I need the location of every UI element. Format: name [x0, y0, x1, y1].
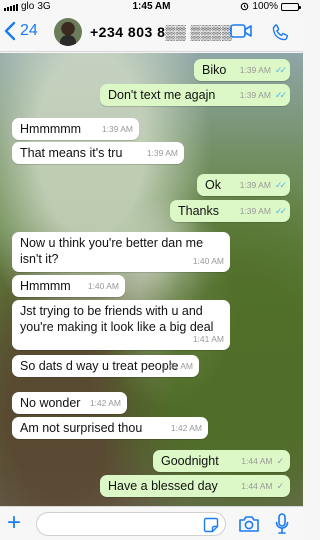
message-text: Ok [205, 178, 221, 192]
message-bubble-incoming[interactable]: Am not surprised thou 1:42 AM [12, 417, 208, 439]
chevron-left-icon [4, 21, 16, 41]
message-time: 1:39 AM [239, 90, 271, 100]
message-text: Hmmmm [20, 279, 71, 293]
message-meta: 1:39 AM [102, 121, 133, 137]
message-time: 1:39 AM [101, 124, 133, 134]
message-time: 1:42 AM [89, 398, 121, 408]
back-button[interactable]: 24 [4, 21, 38, 41]
alarm-icon [241, 2, 249, 11]
message-bubble-outgoing[interactable]: Biko 1:39 AM ✓✓ [194, 59, 290, 81]
message-text: Thanks [178, 204, 219, 218]
message-meta: 1:42 AM [171, 420, 202, 436]
message-bubble-outgoing[interactable]: Thanks 1:39 AM ✓✓ [170, 200, 290, 222]
status-right: 100% [240, 1, 301, 12]
message-text: Have a blessed day [108, 479, 218, 493]
contact-avatar[interactable] [54, 18, 82, 46]
message-time: 1:44 AM [241, 481, 273, 491]
message-meta: 1:39 AM ✓✓ [239, 87, 287, 103]
message-bubble-incoming[interactable]: No wonder 1:42 AM [12, 392, 127, 414]
message-bubble-incoming[interactable]: Hmmmmm 1:39 AM [12, 118, 139, 140]
read-receipt-icon: ✓✓ [274, 180, 287, 190]
message-time: 1:40 AM [192, 256, 224, 266]
message-input[interactable] [36, 512, 226, 536]
message-meta: 1:39 AM ✓✓ [239, 177, 287, 193]
message-time: 1:42 AM [170, 423, 202, 433]
microphone-icon[interactable] [275, 513, 289, 535]
message-bubble-incoming[interactable]: That means it's tru 1:39 AM [12, 142, 184, 164]
camera-icon[interactable] [238, 515, 260, 533]
read-receipt-icon: ✓✓ [274, 90, 287, 100]
message-meta: 1:42 AM [90, 395, 121, 411]
chat-header: 24 +234 803 8▒▒ ▒▒▒▒ [0, 14, 303, 52]
battery-icon [281, 2, 301, 11]
plus-icon[interactable]: + [7, 510, 21, 536]
video-call-icon[interactable] [230, 23, 252, 39]
contact-name[interactable]: +234 803 8▒▒ ▒▒▒▒ [90, 24, 232, 40]
phone-icon[interactable] [270, 23, 290, 43]
message-time: 1:40 AM [87, 281, 119, 291]
message-text: Biko [202, 63, 227, 77]
battery-percent: 100% [252, 1, 278, 12]
message-time: 1:39 AM [239, 180, 271, 190]
unread-count: 24 [20, 22, 38, 39]
message-bubble-incoming[interactable]: Jst trying to be friends with u and you'… [12, 300, 230, 350]
delivered-receipt-icon: ✓ [276, 481, 284, 491]
message-text: Don't text me agajn [108, 88, 216, 102]
message-time: 1:39 AM [146, 148, 178, 158]
message-meta: 1:44 AM ✓ [241, 478, 284, 494]
message-text: That means it's tru [20, 146, 123, 160]
message-text: Jst trying to be friends with u and you'… [20, 304, 214, 334]
message-time: 1:39 AM [239, 65, 271, 75]
sticker-icon[interactable] [203, 517, 219, 533]
message-bubble-incoming[interactable]: So dats d way u treat people 1:41 AM [12, 355, 199, 377]
message-meta: 1:39 AM [147, 145, 178, 161]
message-meta: 1:41 AM [162, 358, 193, 374]
message-meta: 1:39 AM ✓✓ [239, 62, 287, 78]
message-meta: 1:41 AM [193, 331, 224, 347]
message-meta: 1:39 AM ✓✓ [239, 203, 287, 219]
message-meta: 1:40 AM [88, 278, 119, 294]
message-time: 1:39 AM [239, 206, 271, 216]
message-bubble-incoming[interactable]: Hmmmm 1:40 AM [12, 275, 125, 297]
read-receipt-icon: ✓✓ [274, 206, 287, 216]
message-time: 1:41 AM [161, 361, 193, 371]
message-text: Goodnight [161, 454, 219, 468]
message-text: Am not surprised thou [20, 421, 143, 435]
delivered-receipt-icon: ✓ [276, 456, 284, 466]
message-time: 1:44 AM [241, 456, 273, 466]
message-bubble-outgoing[interactable]: Don't text me agajn 1:39 AM ✓✓ [100, 84, 290, 106]
message-composer: + [0, 506, 303, 540]
message-meta: 1:44 AM ✓ [241, 453, 284, 469]
message-bubble-outgoing[interactable]: Ok 1:39 AM ✓✓ [197, 174, 290, 196]
message-text: Hmmmmm [20, 122, 82, 136]
message-bubble-incoming[interactable]: Now u think you're better dan me isn't i… [12, 232, 230, 272]
status-bar: glo 3G 1:45 AM 100% [0, 0, 303, 14]
message-text: So dats d way u treat people [20, 359, 179, 373]
read-receipt-icon: ✓✓ [274, 65, 287, 75]
message-text: Now u think you're better dan me isn't i… [20, 236, 204, 266]
message-text: No wonder [20, 396, 81, 410]
message-bubble-outgoing[interactable]: Goodnight 1:44 AM ✓ [153, 450, 290, 472]
message-time: 1:41 AM [192, 334, 224, 344]
chat-area[interactable]: Biko 1:39 AM ✓✓ Don't text me agajn 1:39 … [0, 53, 303, 506]
message-bubble-outgoing[interactable]: Have a blessed day 1:44 AM ✓ [100, 475, 290, 497]
message-meta: 1:40 AM [193, 253, 224, 269]
